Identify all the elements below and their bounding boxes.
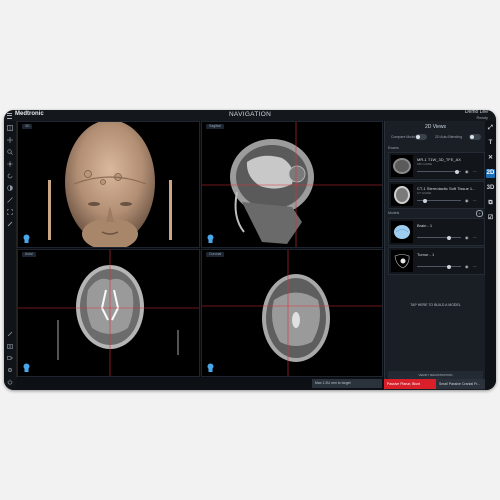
orientation-head-icon[interactable]	[22, 234, 31, 243]
right-toolbar: ⤢ T ✕ 2D 3D ⧉ ☑	[485, 121, 496, 390]
exam-meta: MR GUIDE	[417, 162, 432, 166]
user-info[interactable]: Demo Lee Ready	[465, 110, 488, 120]
layers-icon[interactable]: ⧉	[486, 199, 495, 208]
viewport-axial[interactable]: Axial	[17, 249, 200, 377]
compare-mode-toggle[interactable]	[415, 134, 427, 140]
slider-knob[interactable]	[447, 264, 451, 269]
model-thumbnail	[391, 250, 413, 272]
compare-mode-label: Compare Mode	[391, 135, 416, 139]
views-panel: 2D Views Compare Mode 2D Auto Blending E…	[384, 121, 486, 390]
expand-icon[interactable]: ⤢	[486, 124, 495, 133]
page-title: NAVIGATION	[228, 111, 272, 118]
orientation-head-icon[interactable]	[22, 363, 31, 372]
opacity-slider[interactable]	[417, 235, 461, 240]
exam-thumbnail	[391, 184, 413, 206]
auto-blending-toggle[interactable]	[469, 134, 481, 140]
auto-blending-label: 2D Auto Blending	[435, 135, 463, 139]
user-role: Ready	[476, 115, 488, 120]
2d-views-icon[interactable]: 2D	[486, 169, 495, 178]
opacity-slider[interactable]	[417, 198, 461, 203]
exam-thumbnail	[391, 155, 413, 177]
model-name: Tumor - 1	[417, 252, 435, 257]
distance-status: Max 1.5U mm to target	[312, 379, 382, 388]
3d-head-render	[48, 122, 172, 247]
left-toolbar	[4, 121, 17, 390]
coronal-slice	[202, 250, 382, 376]
orientation-head-icon[interactable]	[206, 363, 215, 372]
exams-heading: Exams	[388, 146, 399, 150]
probe-icon[interactable]	[7, 331, 13, 337]
model-card[interactable]: Tumor - 1 ◉ ⋯	[388, 247, 485, 275]
model-actions[interactable]: ◉ ⋯	[465, 264, 478, 269]
instrument-tab-active[interactable]: Passive Planar, Blunt	[384, 379, 436, 389]
tools-icon[interactable]: ✕	[486, 154, 495, 163]
checklist-icon[interactable]: ☑	[486, 214, 495, 223]
fit-icon[interactable]	[7, 209, 13, 215]
slider-knob[interactable]	[455, 169, 459, 174]
models-heading: Models	[388, 211, 400, 215]
exam-actions[interactable]: ◉ ⋯	[465, 169, 478, 174]
layout-icon[interactable]	[7, 125, 13, 131]
instrument-tabs: Passive Planar, Blunt Small Passive Cran…	[384, 378, 496, 390]
slider-knob[interactable]	[423, 198, 427, 203]
pan-icon[interactable]	[7, 161, 13, 167]
draw-icon[interactable]	[7, 221, 13, 227]
sagittal-slice	[202, 122, 382, 247]
opacity-slider[interactable]	[417, 169, 461, 174]
axial-slice	[18, 250, 199, 376]
viewport-coronal[interactable]: Coronal	[201, 249, 383, 377]
model-thumbnail	[391, 221, 413, 243]
exam-card[interactable]: MR-1 T1W_3D_TFE_AX MR GUIDE ◉ ⋯	[388, 152, 485, 180]
window-level-icon[interactable]	[7, 185, 13, 191]
status-bar: Max 1.5U mm to target	[16, 378, 384, 390]
viewport-3d[interactable]: 3D	[17, 121, 200, 248]
video-icon[interactable]	[7, 355, 13, 361]
crosshair-tool-icon[interactable]	[7, 137, 13, 143]
model-name: Brain - 1	[417, 223, 433, 228]
add-model-icon[interactable]: +	[476, 210, 483, 217]
build-model-link[interactable]: TAP HERE TO BUILD A MODEL	[385, 303, 486, 307]
slider-knob[interactable]	[447, 235, 451, 240]
exam-actions[interactable]: ◉ ⋯	[465, 198, 478, 203]
zoom-icon[interactable]	[7, 149, 13, 155]
3d-views-icon[interactable]: 3D	[486, 184, 495, 193]
settings-icon[interactable]	[7, 367, 13, 373]
viewport-sagittal[interactable]: Sagittal	[201, 121, 383, 248]
measure-icon[interactable]	[7, 197, 13, 203]
panel-title: 2D Views	[424, 124, 447, 130]
rotate-icon[interactable]	[7, 173, 13, 179]
exam-card[interactable]: CT-1 Stereotactic Soft Tissue 1... CT GU…	[388, 181, 485, 209]
orientation-head-icon[interactable]	[206, 234, 215, 243]
model-actions[interactable]: ◉ ⋯	[465, 235, 478, 240]
instrument-tab[interactable]: Small Passive Cranial Fr...	[436, 379, 485, 389]
power-icon[interactable]	[7, 379, 13, 385]
screenshot-icon[interactable]	[7, 343, 13, 349]
navigation-app-window: Medtronic NAVIGATION Demo Lee Ready 3D S…	[4, 110, 496, 390]
opacity-slider[interactable]	[417, 264, 461, 269]
model-card[interactable]: Brain - 1 ◉ ⋯	[388, 218, 485, 246]
exam-meta: CT GUIDE	[417, 191, 432, 195]
top-bar: Medtronic NAVIGATION Demo Lee Ready	[4, 110, 496, 121]
text-tool-icon[interactable]: T	[486, 139, 495, 148]
